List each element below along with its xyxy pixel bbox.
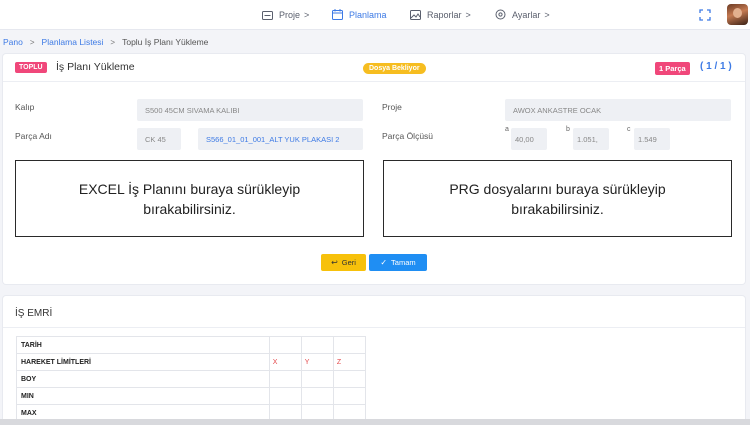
- ok-button-label: Tamam: [391, 258, 416, 267]
- row-label: HAREKET LİMİTLERİ: [16, 353, 270, 371]
- pager[interactable]: ( 1 / 1 ): [700, 61, 732, 72]
- table-row: HAREKET LİMİTLERİ X Y Z: [16, 353, 367, 371]
- divider: [3, 327, 745, 328]
- nav-raporlar-label: Raporlar: [427, 9, 462, 20]
- image-icon: [409, 9, 421, 21]
- dim-b-label: b: [566, 126, 570, 133]
- cell-y: Y: [300, 353, 334, 371]
- breadcrumb-separator: >: [29, 37, 35, 47]
- nav-ayarlar-label: Ayarlar: [512, 9, 541, 20]
- dim-c-label: c: [627, 126, 631, 133]
- cell-x: [268, 336, 302, 354]
- cell-z: [332, 370, 367, 388]
- toplu-badge: TOPLU: [15, 62, 47, 73]
- parca-olcusu-label: Parça Ölçüsü: [382, 131, 434, 141]
- row-label: MIN: [16, 387, 270, 405]
- excel-dropzone-line1: EXCEL İş Planını buraya sürükleyip: [78, 180, 301, 197]
- cell-y: [300, 370, 334, 388]
- cell-z: Z: [332, 353, 367, 371]
- nav-raporlar[interactable]: Raporlar >: [409, 0, 471, 29]
- row-label: BOY: [16, 370, 270, 388]
- chevron-right-icon: >: [544, 9, 550, 20]
- cell-x: X: [268, 353, 302, 371]
- upload-card: TOPLU İş Planı Yükleme Dosya Bekliyor 1 …: [3, 54, 745, 284]
- chevron-right-icon: >: [465, 9, 471, 20]
- cell-x: [268, 387, 302, 405]
- cell-y: [300, 336, 334, 354]
- nav-ayarlar[interactable]: Ayarlar >: [494, 0, 550, 29]
- back-button-label: Geri: [341, 258, 356, 267]
- check-icon: ✓: [380, 258, 388, 267]
- nav-proje[interactable]: Proje >: [261, 0, 309, 29]
- proje-field[interactable]: AWOX ANKASTRE OCAK: [505, 99, 731, 121]
- avatar[interactable]: [727, 4, 748, 25]
- nav-planlama[interactable]: Planlama: [331, 0, 387, 29]
- prg-dropzone-line1: PRG dosyalarını buraya sürükleyip: [449, 180, 666, 197]
- excel-dropzone-line2: bırakabilirsiniz.: [143, 200, 236, 217]
- settings-icon: [494, 9, 506, 21]
- kalip-label: Kalıp: [15, 102, 35, 112]
- ok-button[interactable]: ✓ Tamam: [369, 254, 427, 271]
- table-row: BOY: [16, 370, 367, 388]
- cell-y: [300, 387, 334, 405]
- back-arrow-icon: ↩: [331, 258, 338, 267]
- prg-dropzone-line2: bırakabilirsiniz.: [511, 200, 604, 217]
- status-badge: Dosya Bekliyor: [363, 63, 426, 74]
- expand-icon[interactable]: [699, 8, 711, 21]
- table-row: TARİH: [16, 336, 367, 354]
- dim-a-field[interactable]: 40,00: [511, 128, 547, 150]
- dim-a-label: a: [505, 126, 509, 133]
- nav-planlama-label: Planlama: [349, 9, 387, 20]
- horizontal-scrollbar[interactable]: [0, 419, 750, 425]
- back-button[interactable]: ↩ Geri: [321, 254, 366, 271]
- folder-icon: [261, 9, 273, 21]
- page-title: İş Planı Yükleme: [56, 61, 135, 73]
- cell-z: [332, 336, 367, 354]
- chevron-right-icon: >: [304, 9, 310, 20]
- proje-label: Proje: [382, 102, 402, 112]
- parca-code-field[interactable]: CK 45: [137, 128, 181, 150]
- breadcrumb-separator: >: [110, 37, 116, 47]
- nav-proje-label: Proje: [279, 9, 301, 20]
- row-label: TARİH: [16, 336, 270, 354]
- breadcrumb: Pano > Planlama Listesi > Toplu İş Planı…: [3, 37, 208, 47]
- breadcrumb-planlama-listesi[interactable]: Planlama Listesi: [42, 37, 104, 47]
- breadcrumb-pano[interactable]: Pano: [3, 37, 23, 47]
- prg-dropzone[interactable]: PRG dosyalarını buraya sürükleyip bıraka…: [383, 160, 732, 237]
- cell-z: [332, 387, 367, 405]
- breadcrumb-current: Toplu İş Planı Yükleme: [122, 37, 209, 47]
- kalip-field[interactable]: S500 45CM SIVAMA KALIBI: [137, 99, 363, 121]
- is-emri-card: İŞ EMRİ TARİH HAREKET LİMİTLERİ X Y Z BO…: [3, 296, 745, 425]
- card-header: TOPLU İş Planı Yükleme Dosya Bekliyor 1 …: [3, 54, 745, 82]
- table-row: MIN: [16, 387, 367, 405]
- calendar-icon: [331, 9, 343, 21]
- dim-b-field[interactable]: 1.051,: [573, 128, 609, 150]
- parca-badge: 1 Parça: [655, 62, 690, 75]
- is-emri-table: TARİH HAREKET LİMİTLERİ X Y Z BOY MIN MA…: [16, 336, 367, 422]
- excel-dropzone[interactable]: EXCEL İş Planını buraya sürükleyip bırak…: [15, 160, 364, 237]
- top-navbar: Proje > Planlama Raporlar > Ayarlar >: [0, 0, 750, 30]
- parca-adi-label: Parça Adı: [15, 131, 52, 141]
- parca-name-field[interactable]: S566_01_01_001_ALT YUK PLAKASI 2: [198, 128, 363, 150]
- cell-x: [268, 370, 302, 388]
- section-title: İŞ EMRİ: [15, 308, 53, 319]
- dim-c-field[interactable]: 1.549: [634, 128, 670, 150]
